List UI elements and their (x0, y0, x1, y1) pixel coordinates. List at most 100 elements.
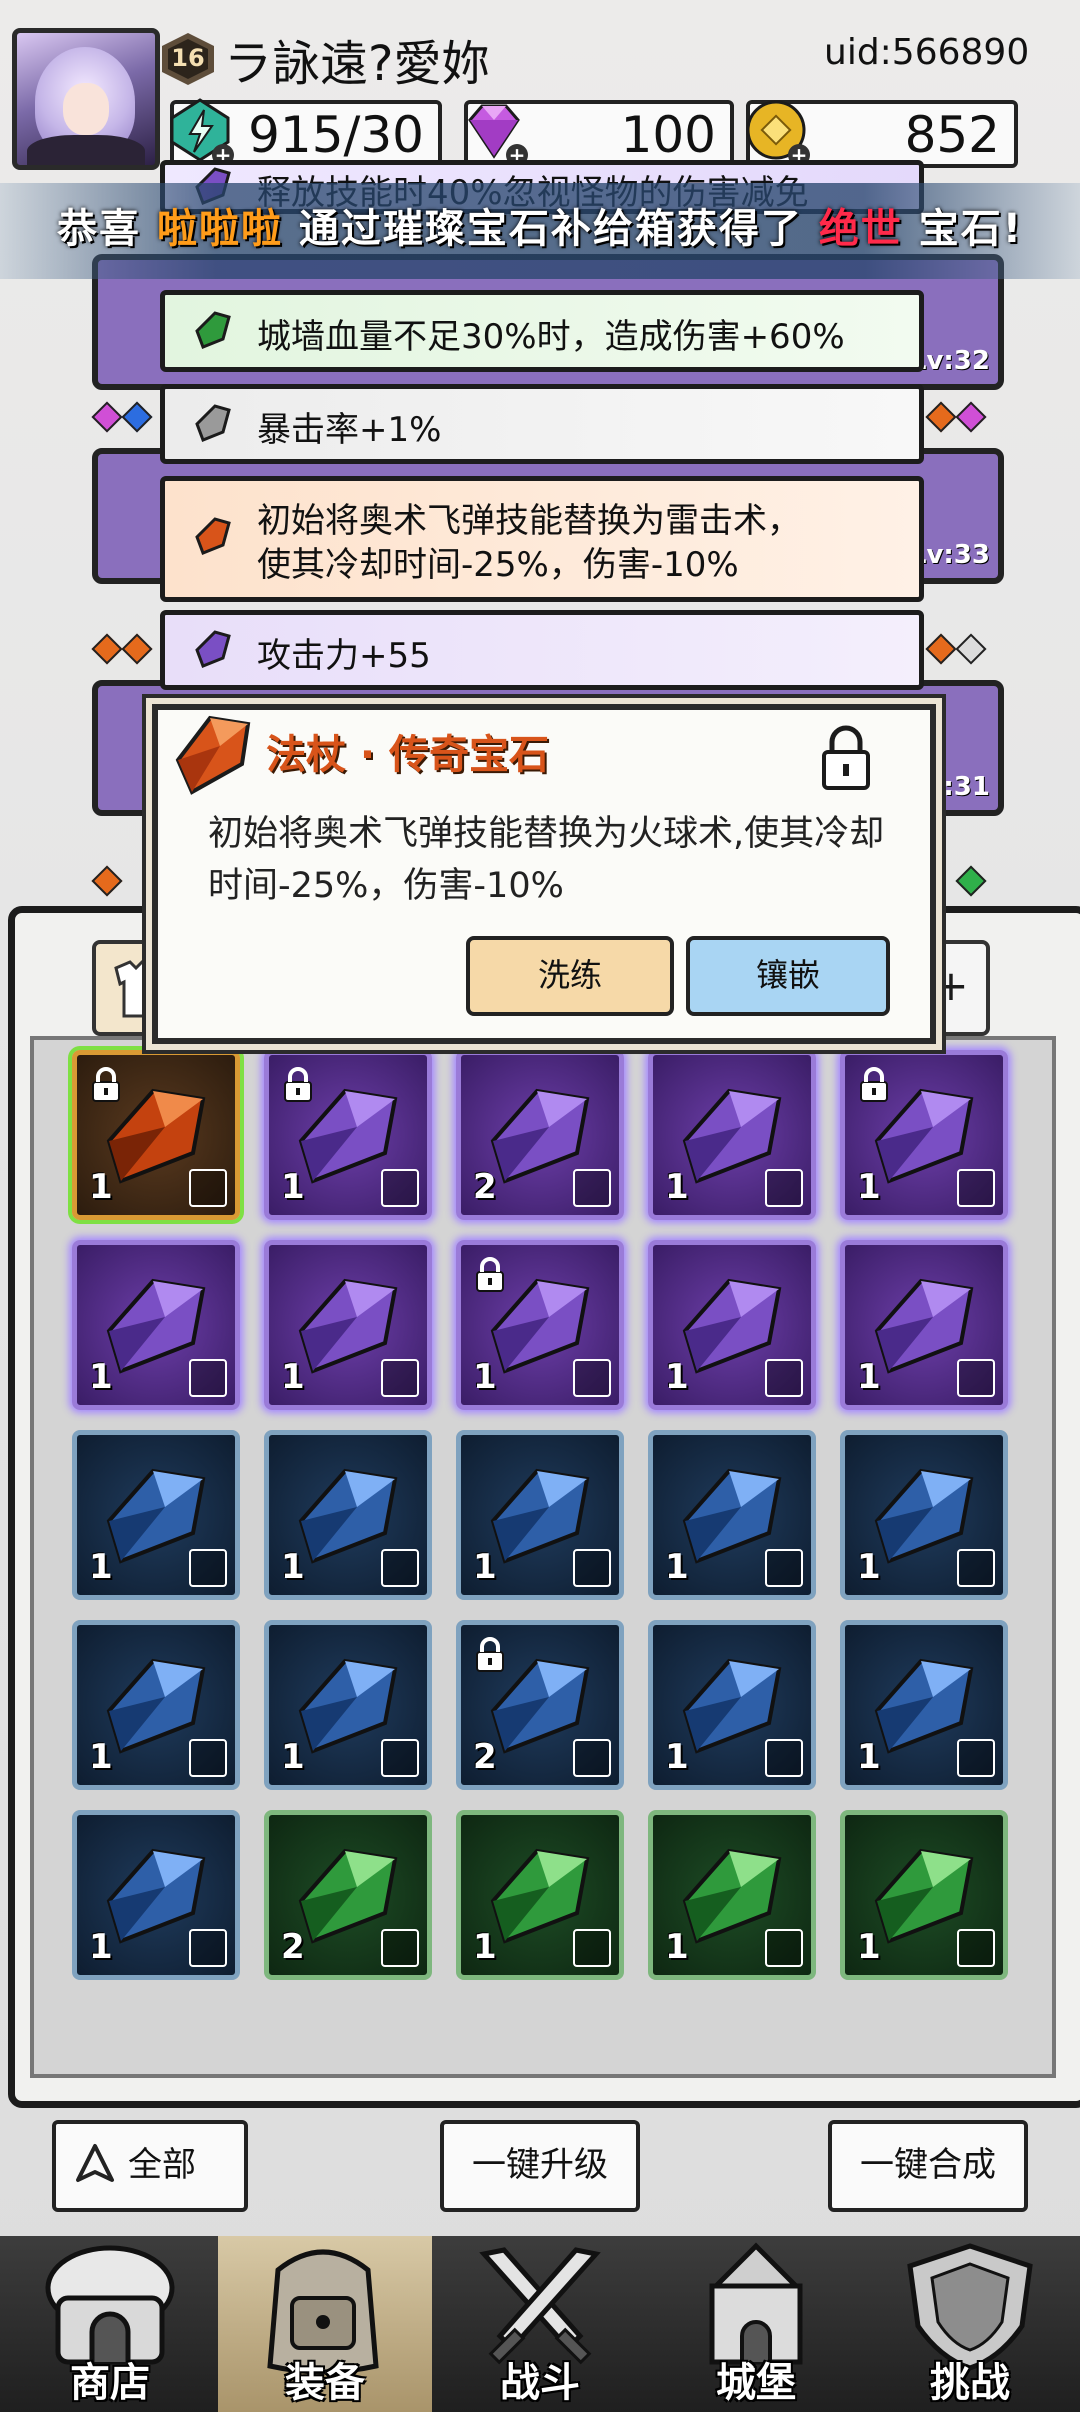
lock-icon (92, 1067, 120, 1102)
nav-battle[interactable]: 战斗 (440, 2236, 640, 2412)
ring-slot-icon (573, 1929, 611, 1967)
gem-count: 1 (857, 1167, 881, 1207)
armor-slot-icon (765, 1169, 803, 1207)
tooltip-title: 法杖 · 传奇宝石 (266, 732, 550, 778)
lock-icon (860, 1067, 888, 1102)
refine-button[interactable]: 洗练 (466, 936, 674, 1016)
gem-count: 1 (665, 1547, 689, 1587)
gem-slot[interactable]: 1 (72, 1240, 240, 1410)
gem-slot[interactable]: 1 (72, 1810, 240, 1980)
gem-count: 1 (473, 1927, 497, 1967)
banner-rarity: 绝世 (818, 206, 903, 252)
gem-count: 1 (281, 1547, 305, 1587)
nav-label: 商店 (70, 2360, 150, 2406)
gem-count: 1 (857, 1357, 881, 1397)
player-avatar[interactable] (12, 28, 160, 170)
gem-count: 1 (281, 1357, 305, 1397)
nav-shop[interactable]: 商店 (10, 2236, 210, 2412)
nav-equipment[interactable]: 装备 (218, 2236, 432, 2412)
gem-stat-row: 攻击力+55 (160, 610, 924, 690)
gem-slot[interactable]: 1 (264, 1050, 432, 1220)
gem-slot[interactable]: 1 (72, 1050, 240, 1220)
necklace-slot-icon (957, 1359, 995, 1397)
gem-slot[interactable]: 1 (648, 1050, 816, 1220)
ring-slot-icon (189, 1549, 227, 1587)
lock-icon (476, 1257, 504, 1292)
gem-stat-text: 城墙血量不足30%时，造成伤害+60% (257, 317, 845, 357)
gem-slot[interactable]: 1 (648, 1240, 816, 1410)
gem-slot[interactable]: 1 (840, 1050, 1008, 1220)
inlay-button[interactable]: 镶嵌 (686, 936, 890, 1016)
gold-counter[interactable]: + 852 (746, 100, 1018, 168)
gem-stat-row: 城墙血量不足30%时，造成伤害+60% (160, 290, 924, 372)
triangle-up-icon (76, 2144, 114, 2182)
level-badge: 16 (162, 33, 214, 85)
helmet-slot-icon (957, 1739, 995, 1777)
gem-slot[interactable]: 1 (264, 1240, 432, 1410)
gem-counter[interactable]: + 100 (464, 100, 734, 168)
gem-slot[interactable]: 1 (648, 1430, 816, 1600)
gem-slot[interactable]: 1 (264, 1620, 432, 1790)
merge-all-button[interactable]: 一键合成 (828, 2120, 1028, 2212)
gem-slot[interactable]: 1 (264, 1430, 432, 1600)
banner-prefix: 恭喜 (57, 206, 157, 252)
gem-slot[interactable]: 1 (72, 1620, 240, 1790)
nav-challenge[interactable]: 挑战 (870, 2236, 1070, 2412)
helmet-slot-icon (765, 1739, 803, 1777)
orange-gem-icon (195, 517, 231, 555)
staff-slot-icon (573, 1359, 611, 1397)
gem-count: 1 (665, 1927, 689, 1967)
legendary-gem-icon (175, 715, 251, 795)
gem-value: 100 (620, 106, 716, 164)
gem-slot[interactable]: 1 (456, 1810, 624, 1980)
boots-slot-icon (189, 1359, 227, 1397)
ring-slot-icon (573, 1169, 611, 1207)
gem-slot[interactable]: 2 (264, 1810, 432, 1980)
boots-slot-icon (381, 1739, 419, 1777)
gem-count: 1 (857, 1547, 881, 1587)
purple-gem-icon (195, 630, 231, 668)
gem-slot[interactable]: 1 (840, 1620, 1008, 1790)
ring-slot-icon (765, 1929, 803, 1967)
gem-slot[interactable]: 1 (840, 1240, 1008, 1410)
gem-slot[interactable]: 1 (72, 1430, 240, 1600)
gem-stat-row: 暴击率+1% (160, 384, 924, 464)
player-uid: uid:566890 (824, 32, 1030, 73)
gem-slot[interactable]: 2 (456, 1050, 624, 1220)
notification-text: 恭喜 啦啦啦 通过璀璨宝石补给箱获得了 绝世 宝石! (0, 196, 1080, 254)
gem-slot[interactable]: 1 (456, 1240, 624, 1410)
gem-slot[interactable]: 1 (456, 1430, 624, 1600)
gem-count: 1 (89, 1547, 113, 1587)
gem-slot[interactable]: 1 (840, 1430, 1008, 1600)
gem-count: 1 (665, 1737, 689, 1777)
gem-count: 2 (473, 1167, 497, 1207)
armor-slot-icon (957, 1549, 995, 1587)
filter-all-button[interactable]: 全部 (52, 2120, 248, 2212)
gem-slot[interactable]: 1 (648, 1620, 816, 1790)
lock-icon (476, 1637, 504, 1672)
gray-gem-icon (195, 404, 231, 442)
energy-counter[interactable]: + 915/30 (170, 98, 442, 168)
upgrade-all-button[interactable]: 一键升级 (440, 2120, 640, 2212)
gem-count: 1 (89, 1167, 113, 1207)
gem-count: 1 (665, 1357, 689, 1397)
ring-slot-icon (381, 1929, 419, 1967)
banner-player-name: 啦啦啦 (156, 206, 283, 252)
armor-slot-icon (957, 1169, 995, 1207)
gem-slot[interactable]: 1 (648, 1810, 816, 1980)
ring-slot-icon (381, 1169, 419, 1207)
gem-slot[interactable]: 2 (456, 1620, 624, 1790)
energy-value: 915/30 (248, 106, 424, 164)
gem-slot[interactable]: 1 (840, 1810, 1008, 1980)
gem-count: 2 (281, 1927, 305, 1967)
helmet-slot-icon (189, 1929, 227, 1967)
nav-castle[interactable]: 城堡 (656, 2236, 856, 2412)
lock-icon[interactable] (818, 722, 874, 792)
green-gem-icon (195, 311, 231, 349)
armor-slot-icon (957, 1929, 995, 1967)
gem-stat-row: 初始将奥术飞弹技能替换为雷击术， 使其冷却时间-25%，伤害-10% (160, 476, 924, 602)
level-number: 16 (171, 44, 205, 72)
gem-count: 1 (89, 1737, 113, 1777)
ring-slot-icon (573, 1549, 611, 1587)
necklace-slot-icon (765, 1359, 803, 1397)
